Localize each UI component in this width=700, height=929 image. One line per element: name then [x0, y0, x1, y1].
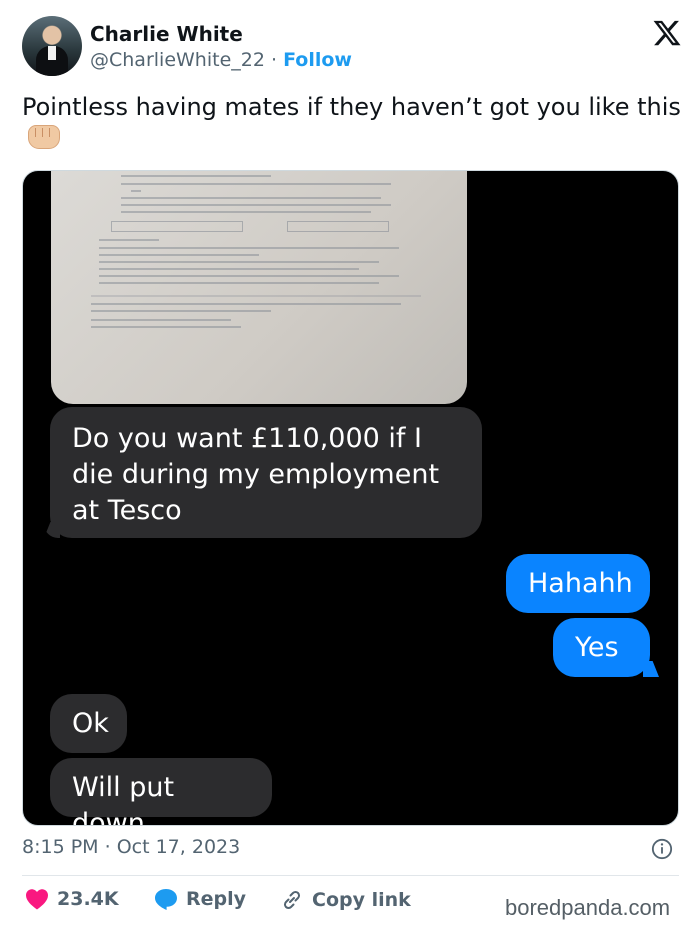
message-outgoing-2: Yes [553, 618, 650, 677]
tweet-timestamp[interactable]: 8:15 PM · Oct 17, 2023 [22, 836, 240, 858]
bubble-tail [44, 522, 60, 538]
tweet-date: Oct 17, 2023 [116, 836, 241, 858]
reply-button[interactable]: Reply [154, 888, 246, 910]
tweet-header: Charlie White @CharlieWhite_22 · Follow [22, 16, 682, 78]
message-outgoing-1: Hahahh [506, 554, 650, 613]
author-handle[interactable]: @CharlieWhite_22 [90, 49, 265, 71]
message-incoming-3: Will put down [50, 758, 272, 825]
info-icon[interactable] [651, 838, 673, 860]
tweet-body: Pointless having mates if they haven’t g… [22, 93, 681, 121]
divider [22, 875, 679, 876]
message-text: Hahahh [528, 568, 633, 599]
watermark: boredpanda.com [505, 895, 671, 920]
message-text: Yes [575, 632, 619, 663]
separator: · [104, 836, 111, 858]
bubble-tail [643, 661, 659, 677]
fist-bump-icon [28, 125, 60, 149]
link-icon [283, 890, 301, 910]
tweet-text: Pointless having mates if they haven’t g… [22, 92, 682, 154]
message-incoming-2: Ok [50, 694, 127, 753]
message-text: Ok [72, 708, 109, 739]
message-incoming-1: Do you want £110,000 if I die during my … [50, 407, 482, 538]
message-text: Will put down [72, 772, 175, 826]
message-text: Do you want £110,000 if I die during my … [72, 423, 440, 526]
tweet-time: 8:15 PM [22, 836, 99, 858]
separator: · [270, 49, 278, 71]
heart-icon [26, 889, 48, 910]
follow-button[interactable]: Follow [283, 49, 352, 71]
author-name[interactable]: Charlie White [90, 22, 243, 46]
author-handle-row: @CharlieWhite_22 · Follow [90, 49, 352, 71]
document-photo[interactable] [51, 171, 467, 404]
like-button[interactable]: 23.4K [25, 888, 119, 910]
avatar[interactable] [22, 16, 82, 76]
copy-link-button[interactable]: Copy link [280, 888, 411, 912]
copy-link-label: Copy link [312, 889, 411, 911]
like-count: 23.4K [57, 888, 119, 910]
tweet-media[interactable]: Do you want £110,000 if I die during my … [22, 170, 679, 826]
reply-icon [155, 889, 177, 910]
avatar-shirt [48, 46, 56, 60]
reply-label: Reply [186, 888, 247, 910]
x-logo-icon[interactable] [652, 18, 682, 48]
